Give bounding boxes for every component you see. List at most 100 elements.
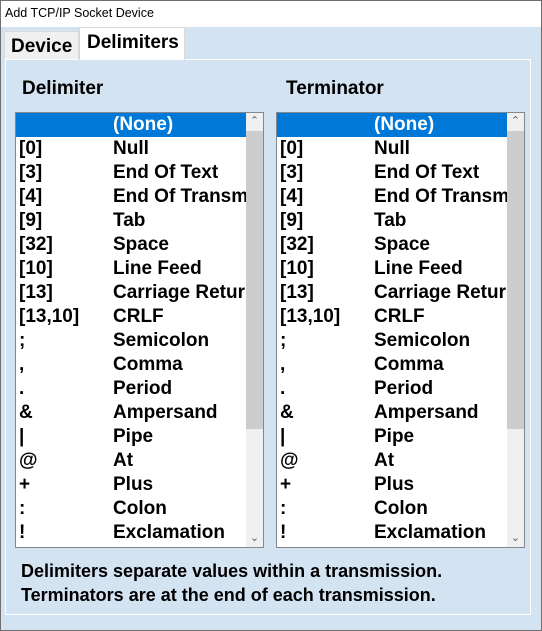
list-item[interactable]: [13,10] CRLF [277,305,508,329]
list-item[interactable]: @ At [277,449,508,473]
list-item[interactable]: [13] Carriage Return [277,281,508,305]
item-name: Period [374,378,434,399]
vertical-scrollbar[interactable]: ⌃ ⌄ [507,113,524,547]
item-name: Exclamation [113,522,225,543]
footer-line-1: Delimiters separate values within a tran… [21,561,443,581]
item-code: [13] [280,282,314,303]
list-item[interactable]: [3] End Of Text [16,161,247,185]
terminator-listbox[interactable]: (None) [0] Null [3] End Of Text [4] End Of Tra… [276,112,525,548]
scroll-down-icon[interactable]: ⌄ [246,530,263,547]
item-name: Null [113,138,149,159]
item-code: ! [280,522,287,543]
scroll-up-icon[interactable]: ⌃ [507,113,524,130]
list-item[interactable]: [9] Tab [277,209,508,233]
item-code: ; [280,330,287,351]
list-item[interactable]: [0] Null [277,137,508,161]
item-name: Colon [374,498,428,519]
list-item[interactable]: + Plus [16,473,247,497]
list-item[interactable]: [13,10] CRLF [16,305,247,329]
list-item[interactable]: @ At [16,449,247,473]
list-item[interactable]: [0] Null [16,137,247,161]
item-code: ; [19,330,26,351]
item-name: Plus [374,474,415,495]
tab-strip: Device Delimiters [1,27,541,60]
item-code: [0] [19,138,43,159]
list-item[interactable]: ; Semicolon [16,329,247,353]
item-code: : [19,498,26,519]
list-item[interactable]: , Comma [16,353,247,377]
list-item[interactable]: [3] End Of Text [277,161,508,185]
item-name: Exclamation [374,522,486,543]
item-name: Tab [113,210,146,231]
tab-delimiters[interactable]: Delimiters [79,27,185,60]
footer-line-2: Terminators are at the end of each trans… [21,585,436,605]
item-name: Line Feed [113,258,202,279]
item-code: [0] [280,138,304,159]
item-code: + [280,474,292,495]
item-name: Comma [113,354,183,375]
list-item[interactable]: ! Exclamation [16,521,247,545]
list-item[interactable]: [9] Tab [16,209,247,233]
list-item[interactable]: [13] Carriage Return [16,281,247,305]
item-name: (None) [113,114,174,135]
list-item[interactable]: ! Exclamation [277,521,508,545]
list-item[interactable]: | Pipe [16,425,247,449]
item-name: Carriage Return [113,282,247,303]
list-item[interactable]: (None) [16,113,247,137]
item-code: [3] [280,162,304,183]
list-item[interactable]: [32] Space [277,233,508,257]
scroll-thumb[interactable] [507,131,524,429]
item-code: [13] [19,282,53,303]
item-name: Plus [113,474,154,495]
list-item[interactable]: [10] Line Feed [277,257,508,281]
tab-device[interactable]: Device [4,31,79,59]
item-name: Tab [374,210,407,231]
item-code: [10] [19,258,53,279]
item-code: [10] [280,258,314,279]
list-item[interactable]: [4] End Of Transmission [277,185,508,209]
item-code: [3] [19,162,43,183]
item-code: [32] [19,234,53,255]
item-code: @ [19,450,38,471]
list-item[interactable]: & Ampersand [16,401,247,425]
item-name: At [374,450,395,471]
item-name: Semicolon [374,330,471,351]
item-code: . [19,378,25,399]
scroll-down-icon[interactable]: ⌄ [507,530,524,547]
item-code: [13,10] [280,306,341,327]
list-item[interactable]: ; Semicolon [277,329,508,353]
item-name: Line Feed [374,258,463,279]
item-code: | [19,426,25,447]
item-code: | [280,426,286,447]
item-name: (None) [374,114,435,135]
list-item[interactable]: : Colon [16,497,247,521]
item-code: [13,10] [19,306,80,327]
list-item[interactable]: & Ampersand [277,401,508,425]
list-item[interactable]: , Comma [277,353,508,377]
item-name: End Of Text [113,162,219,183]
list-item[interactable]: . Period [16,377,247,401]
item-code: [9] [19,210,43,231]
item-code: [4] [280,186,304,207]
item-name: Pipe [113,426,154,447]
scroll-thumb[interactable] [246,131,263,429]
item-name: CRLF [113,306,164,327]
list-item[interactable]: . Period [277,377,508,401]
item-code: & [19,402,33,423]
terminator-header: Terminator [286,78,384,99]
list-item[interactable]: + Plus [277,473,508,497]
vertical-scrollbar[interactable]: ⌃ ⌄ [246,113,263,547]
delimiter-listbox[interactable]: (None) [0] Null [3] End Of Text [4] End Of Tra… [15,112,264,548]
scroll-up-icon[interactable]: ⌃ [246,113,263,130]
item-name: End Of Transmission [374,186,508,207]
list-item[interactable]: (None) [277,113,508,137]
list-item[interactable]: | Pipe [277,425,508,449]
item-code: @ [280,450,299,471]
list-item[interactable]: [4] End Of Transmission [16,185,247,209]
item-name: Ampersand [113,402,218,423]
list-item[interactable]: [32] Space [16,233,247,257]
list-item[interactable]: [10] Line Feed [16,257,247,281]
list-item[interactable]: : Colon [277,497,508,521]
item-code: [32] [280,234,314,255]
item-name: End Of Text [374,162,480,183]
